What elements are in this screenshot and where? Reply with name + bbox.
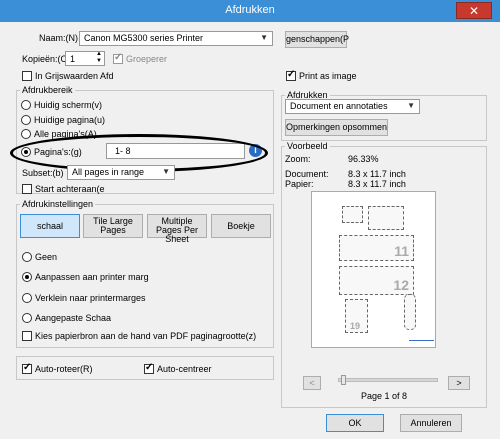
properties-button[interactable]: genschappen(P	[285, 31, 349, 48]
range-option-label: Huidig scherm(v)	[34, 99, 103, 110]
scale-option-label: Geen	[35, 251, 58, 262]
checkbox-icon	[22, 330, 32, 341]
range-title: Afdrukbereik	[20, 85, 75, 95]
range-option-current-page[interactable]: Huidige pagina(u)	[21, 114, 105, 125]
scale-option-label: Aanpassen aan printer marg	[35, 271, 149, 282]
tab-booklet[interactable]: Boekje	[211, 214, 271, 238]
subset-label: Subset:(b)	[22, 168, 64, 178]
document-size-value: 8.3 x 11.7 inch	[348, 169, 406, 179]
grayscale-label: In Grijswaarden Afd	[35, 70, 114, 81]
checkbox-icon	[22, 362, 32, 374]
page-slider[interactable]	[338, 375, 438, 385]
dropdown-arrow-icon: ▼	[407, 101, 415, 110]
stamp-number: 11	[394, 243, 409, 259]
preview-stamp	[342, 206, 363, 223]
title-bar: Afdrukken ✕	[0, 0, 500, 22]
prev-page-button[interactable]: <	[303, 376, 321, 390]
tab-multiple-pages[interactable]: Multiple Pages Per Sheet	[147, 214, 207, 244]
paper-source-checkbox[interactable]: Kies papierbron aan de hand van PDF pagi…	[22, 330, 256, 341]
scale-option-label: Aangepaste Schaa	[35, 312, 112, 323]
radio-icon	[22, 312, 32, 323]
paper-source-label: Kies papierbron aan de hand van PDF pagi…	[35, 330, 257, 341]
copies-label: Kopieën:(C	[22, 54, 68, 64]
settings-title: Afdrukinstellingen	[20, 199, 96, 209]
print-as-image-checkbox[interactable]: Print as image	[286, 69, 357, 81]
summarize-comments-button[interactable]: Opmerkingen opsommen	[285, 119, 388, 136]
dropdown-arrow-icon: ▼	[260, 33, 268, 42]
printer-name-label: Naam:(N)	[39, 33, 79, 43]
zoom-label: Zoom:	[285, 154, 311, 164]
checkbox-icon	[286, 69, 296, 81]
checkbox-icon	[113, 52, 123, 64]
radio-icon	[22, 271, 32, 282]
radio-icon	[22, 251, 32, 262]
printer-select[interactable]: Canon MG5300 series Printer ▼	[79, 31, 273, 46]
zoom-value: 96.33%	[348, 154, 379, 164]
tab-tile-large-pages[interactable]: Tile Large Pages	[83, 214, 143, 238]
window-title: Afdrukken	[225, 4, 275, 16]
checkbox-icon	[22, 183, 32, 194]
preview-stamp	[404, 294, 416, 330]
dropdown-arrow-icon: ▼	[162, 167, 170, 176]
radio-icon	[21, 114, 31, 125]
printer-select-value: Canon MG5300 series Printer	[84, 33, 204, 43]
stamp-number: 12	[393, 277, 409, 293]
print-what-value: Document en annotaties	[290, 101, 388, 111]
cancel-button[interactable]: Annuleren	[400, 414, 462, 432]
collate-checkbox[interactable]: Groeperer	[113, 52, 168, 64]
grayscale-checkbox[interactable]: In Grijswaarden Afd	[22, 70, 114, 81]
stamp-number: 19	[350, 321, 361, 331]
range-option-current-view[interactable]: Huidig scherm(v)	[21, 99, 102, 110]
tab-scale[interactable]: schaal	[20, 214, 80, 238]
paper-size-label: Papier:	[285, 179, 314, 189]
auto-center-checkbox[interactable]: Auto-centreer	[144, 362, 212, 374]
auto-rotate-checkbox[interactable]: Auto-roteer(R)	[22, 362, 93, 374]
preview-page: 11 12 19	[311, 191, 436, 348]
close-icon: ✕	[468, 4, 480, 18]
scale-option-shrink[interactable]: Verklein naar printermarges	[22, 292, 146, 303]
spinner-icon[interactable]: ▲ ▼	[96, 51, 102, 65]
scale-option-fit-printer-margins[interactable]: Aanpassen aan printer marg	[22, 271, 149, 282]
scale-option-none[interactable]: Geen	[22, 251, 57, 262]
next-page-button[interactable]: >	[448, 376, 470, 390]
ok-button[interactable]: OK	[326, 414, 384, 432]
preview-stamp: 19	[345, 299, 368, 333]
close-button[interactable]: ✕	[456, 2, 492, 19]
radio-icon	[22, 292, 32, 303]
preview-stamp	[368, 206, 404, 230]
print-as-image-label: Print as image	[299, 70, 357, 81]
subset-select-value: All pages in range	[72, 167, 145, 177]
paper-size-value: 8.3 x 11.7 inch	[348, 179, 406, 189]
preview-stamp: 12	[339, 266, 414, 295]
page-indicator: Page 1 of 8	[361, 391, 408, 401]
checkbox-icon	[22, 70, 32, 81]
range-option-label: Huidige pagina(u)	[34, 114, 106, 125]
page-slider-thumb[interactable]	[341, 375, 346, 385]
copies-spinner[interactable]: 1 ▲ ▼	[65, 51, 105, 66]
auto-center-label: Auto-centreer	[157, 363, 212, 374]
checkbox-icon	[144, 362, 154, 374]
reverse-checkbox[interactable]: Start achteraan(e	[22, 183, 105, 194]
radio-icon	[21, 128, 31, 139]
scale-option-custom[interactable]: Aangepaste Schaa	[22, 312, 111, 323]
auto-rotate-label: Auto-roteer(R)	[35, 363, 93, 374]
copies-value: 1	[70, 54, 76, 64]
scale-option-label: Verklein naar printermarges	[35, 292, 146, 303]
preview-title: Voorbeeld	[285, 141, 330, 151]
document-size-label: Document:	[285, 169, 329, 179]
preview-stamp: 11	[339, 235, 414, 261]
radio-icon	[21, 99, 31, 110]
subset-select[interactable]: All pages in range ▼	[67, 165, 175, 180]
collate-label: Groeperer	[126, 53, 168, 64]
reverse-label: Start achteraan(e	[35, 183, 105, 194]
preview-margin-line	[409, 340, 434, 341]
print-what-select[interactable]: Document en annotaties ▼	[285, 99, 420, 114]
